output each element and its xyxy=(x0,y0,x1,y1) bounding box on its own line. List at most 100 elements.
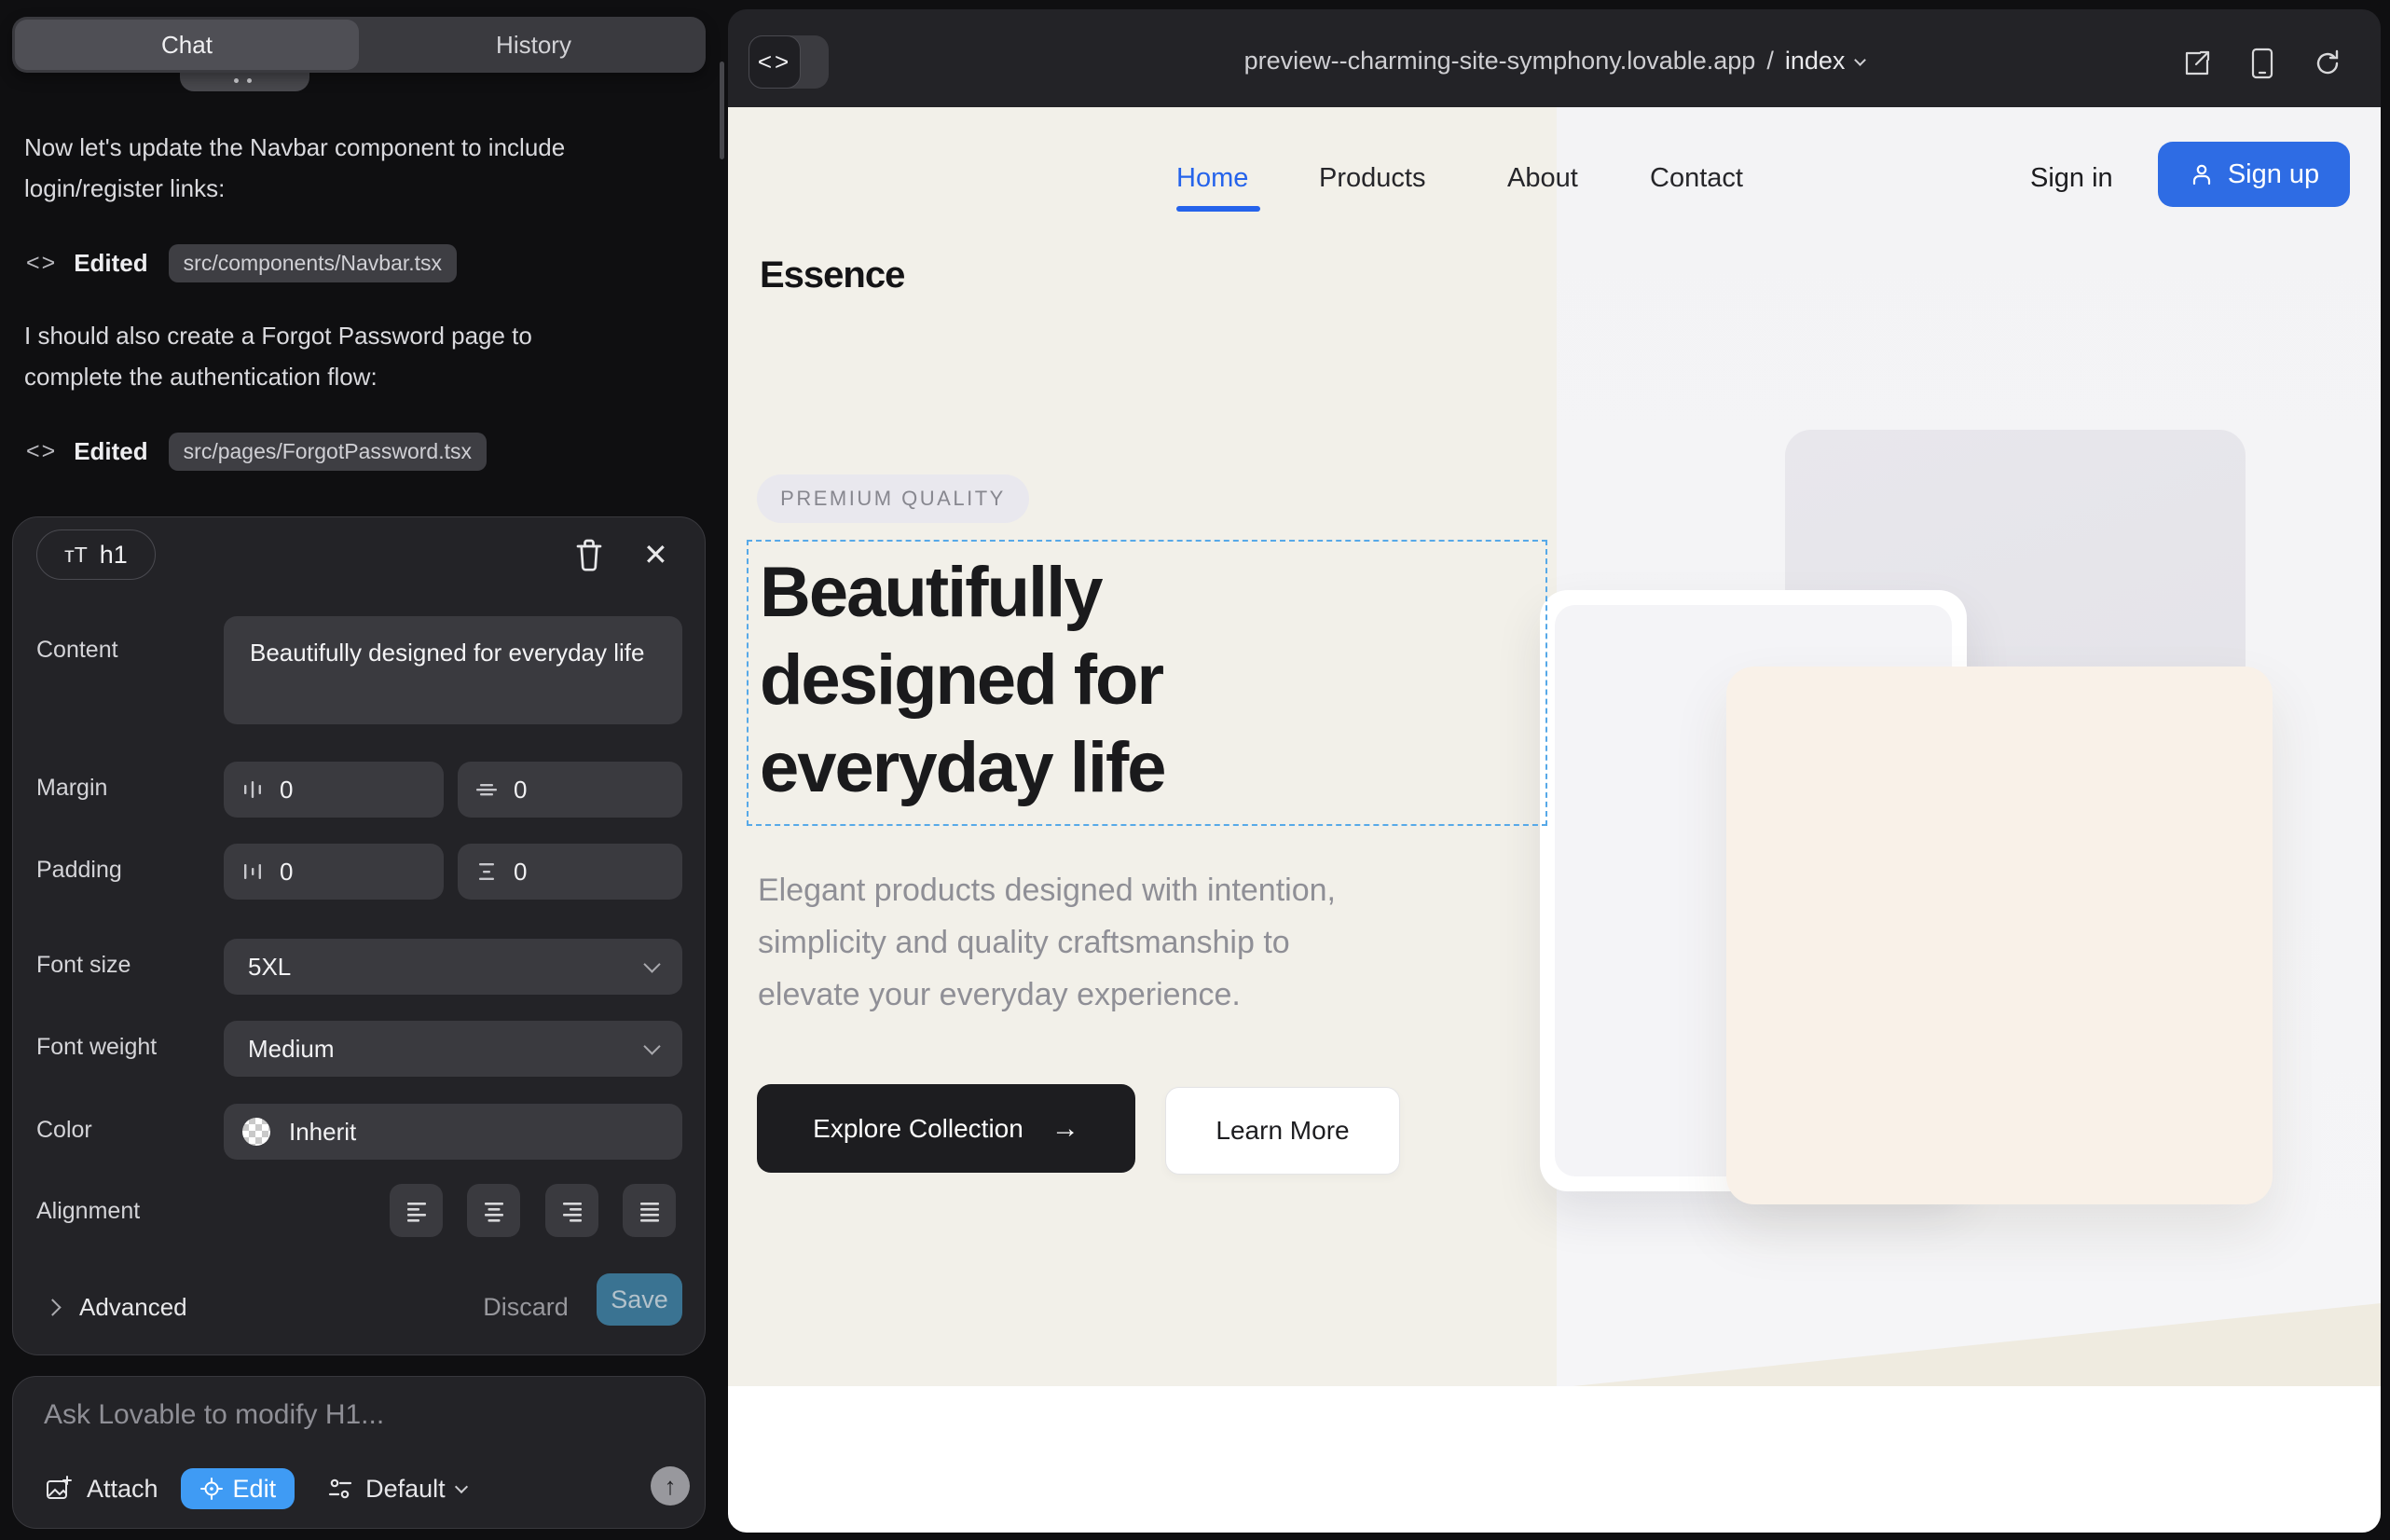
chevron-down-icon xyxy=(643,1038,660,1054)
tab-chat[interactable]: Chat xyxy=(15,20,359,70)
hero-description-line: Elegant products designed with intention… xyxy=(758,864,1336,916)
mobile-view-button[interactable] xyxy=(2248,47,2276,80)
advanced-toggle[interactable]: Advanced xyxy=(47,1280,187,1334)
composer-actions: Attach Edit D xyxy=(44,1466,466,1511)
chat-history-tabs: Chat History xyxy=(12,17,706,73)
nav-link-contact[interactable]: Contact xyxy=(1650,163,1743,194)
element-tag-label: h1 xyxy=(100,541,128,570)
alignment-field-label: Alignment xyxy=(36,1198,140,1225)
mode-label: Default xyxy=(365,1475,446,1504)
padding-y-input[interactable]: 0 xyxy=(458,844,682,900)
margin-x-input[interactable]: 0 xyxy=(224,762,444,818)
user-icon xyxy=(2189,161,2215,187)
chat-message: I should also create a Forgot Password p… xyxy=(24,315,621,397)
padding-x-value: 0 xyxy=(280,858,293,887)
element-editor-panel: ᴛT h1 ✕ Content Beautifully designed for… xyxy=(12,516,706,1355)
attach-label: Attach xyxy=(87,1475,158,1504)
align-right-icon xyxy=(559,1198,585,1224)
hero-description-line: simplicity and quality craftsmanship to xyxy=(758,916,1336,969)
hero-description: Elegant products designed with intention… xyxy=(758,864,1336,1021)
margin-y-input[interactable]: 0 xyxy=(458,762,682,818)
explore-collection-button[interactable]: Explore Collection → xyxy=(757,1084,1135,1173)
close-panel-button[interactable]: ✕ xyxy=(643,536,668,573)
sign-up-label: Sign up xyxy=(2228,159,2319,190)
site-logo[interactable]: Essence xyxy=(760,254,904,296)
padding-x-input[interactable]: 0 xyxy=(224,844,444,900)
selected-element-chip[interactable]: ᴛT h1 xyxy=(36,529,156,580)
url-bar[interactable]: preview--charming-site-symphony.lovable.… xyxy=(728,47,2381,76)
learn-more-button[interactable]: Learn More xyxy=(1165,1087,1400,1175)
font-weight-select[interactable]: Medium xyxy=(224,1021,682,1077)
browser-actions xyxy=(2181,47,2343,80)
edited-file-row: <> Edited src/pages/ForgotPassword.tsx xyxy=(26,431,487,472)
margin-vertical-icon xyxy=(474,777,499,802)
chat-composer: Ask Lovable to modify H1... Attach xyxy=(12,1376,706,1529)
explore-collection-label: Explore Collection xyxy=(813,1114,1023,1144)
align-right-button[interactable] xyxy=(545,1184,598,1237)
color-value: Inherit xyxy=(289,1118,356,1147)
edited-file-badge[interactable]: src/components/Navbar.tsx xyxy=(169,244,457,282)
sign-in-link[interactable]: Sign in xyxy=(2030,163,2113,194)
margin-horizontal-icon xyxy=(240,777,265,802)
font-weight-value: Medium xyxy=(248,1035,334,1064)
align-center-icon xyxy=(481,1198,507,1224)
send-button[interactable]: ↑ xyxy=(651,1466,690,1506)
attach-image-icon xyxy=(44,1474,74,1504)
padding-field-label: Padding xyxy=(36,857,122,884)
padding-vertical-icon xyxy=(474,859,499,884)
color-field-label: Color xyxy=(36,1117,92,1144)
sign-up-button[interactable]: Sign up xyxy=(2158,142,2350,207)
edited-file-row: <> Edited src/components/Navbar.tsx xyxy=(26,242,457,283)
tab-history[interactable]: History xyxy=(362,17,706,73)
nav-link-home[interactable]: Home xyxy=(1176,163,1248,194)
padding-horizontal-icon xyxy=(240,859,265,884)
hero-heading-line: everyday life xyxy=(760,724,1165,812)
edited-label: Edited xyxy=(74,437,147,466)
font-weight-field-label: Font weight xyxy=(36,1034,157,1061)
advanced-label: Advanced xyxy=(79,1293,187,1322)
margin-field-label: Margin xyxy=(36,775,107,802)
sliders-icon xyxy=(326,1475,354,1503)
content-field-label: Content xyxy=(36,637,118,664)
target-icon xyxy=(199,1477,224,1501)
chat-scrollbar[interactable] xyxy=(720,62,724,159)
align-justify-button[interactable] xyxy=(623,1184,676,1237)
nav-link-about[interactable]: About xyxy=(1507,163,1578,194)
code-icon: <> xyxy=(26,438,57,465)
selected-element-outline[interactable]: Beautifully designed for everyday life xyxy=(747,540,1547,826)
delete-element-button[interactable] xyxy=(572,536,606,573)
font-size-field-label: Font size xyxy=(36,952,130,979)
url-path: index xyxy=(1785,47,1846,76)
padding-y-value: 0 xyxy=(514,858,527,887)
open-external-button[interactable] xyxy=(2181,48,2213,79)
hero-badge: PREMIUM QUALITY xyxy=(757,474,1029,523)
align-center-button[interactable] xyxy=(467,1184,520,1237)
nav-link-products[interactable]: Products xyxy=(1319,163,1425,194)
align-left-button[interactable] xyxy=(390,1184,443,1237)
trash-icon xyxy=(572,536,606,573)
composer-input[interactable]: Ask Lovable to modify H1... xyxy=(44,1399,384,1431)
arrow-right-icon: → xyxy=(1051,1113,1079,1145)
content-input-value: Beautifully designed for everyday life xyxy=(250,635,644,670)
align-left-icon xyxy=(404,1198,430,1224)
save-button[interactable]: Save xyxy=(597,1273,682,1326)
typography-icon: ᴛT xyxy=(64,543,88,568)
edit-mode-button[interactable]: Edit xyxy=(181,1468,295,1509)
refresh-button[interactable] xyxy=(2312,48,2343,79)
discard-button[interactable]: Discard xyxy=(474,1280,577,1334)
code-icon: <> xyxy=(26,250,57,277)
site-preview: Essence Home Products About Contact Sign… xyxy=(728,107,2381,1533)
color-select[interactable]: Inherit xyxy=(224,1104,682,1160)
hero-description-line: elevate your everyday experience. xyxy=(758,969,1336,1021)
edited-file-badge[interactable]: src/pages/ForgotPassword.tsx xyxy=(169,433,487,471)
chevron-down-icon xyxy=(455,1480,468,1493)
attach-button[interactable]: Attach xyxy=(44,1474,158,1504)
app-window: Chat History Now let's update the Navbar… xyxy=(0,0,2390,1540)
active-nav-underline xyxy=(1176,206,1260,212)
chevron-down-icon xyxy=(643,956,660,972)
edited-label: Edited xyxy=(74,249,147,278)
font-size-value: 5XL xyxy=(248,953,291,982)
content-input[interactable]: Beautifully designed for everyday life xyxy=(224,616,682,724)
font-size-select[interactable]: 5XL xyxy=(224,939,682,995)
mode-select[interactable]: Default xyxy=(326,1475,466,1504)
